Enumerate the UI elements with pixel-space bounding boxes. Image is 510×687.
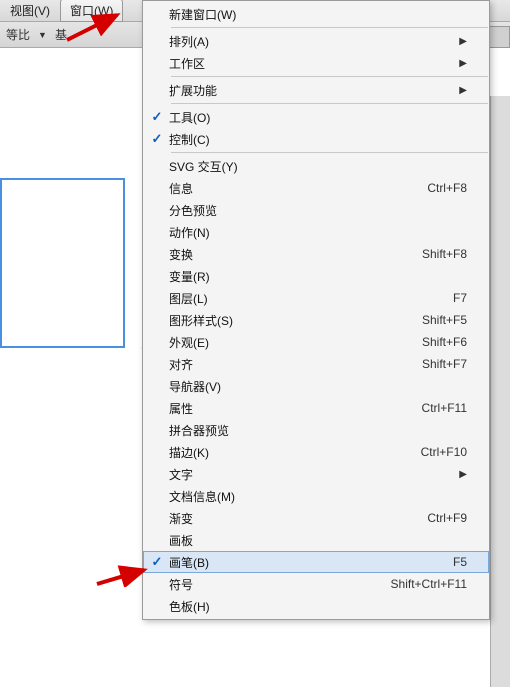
menu-shortcut: Shift+F7 bbox=[422, 357, 467, 371]
menu-item[interactable]: 分色预览 bbox=[143, 199, 489, 221]
menu-item-label: 变换 bbox=[169, 246, 412, 263]
toolbar-ratio-label: 等比 bbox=[6, 26, 30, 43]
menu-item[interactable]: 渐变 Ctrl+F9 bbox=[143, 507, 489, 529]
menu-item-label: 排列(A) bbox=[169, 33, 449, 50]
menu-view[interactable]: 视图(V) bbox=[0, 0, 60, 22]
menu-item[interactable]: 描边(K) Ctrl+F10 bbox=[143, 441, 489, 463]
submenu-arrow-icon: ▶ bbox=[459, 36, 467, 47]
menu-item[interactable]: 动作(N) bbox=[143, 221, 489, 243]
menu-item-label: 动作(N) bbox=[169, 224, 467, 241]
selection-rectangle[interactable] bbox=[0, 178, 125, 348]
menu-item-label: 色板(H) bbox=[169, 598, 467, 615]
menu-item-label: 对齐 bbox=[169, 356, 412, 373]
menu-item-label: 分色预览 bbox=[169, 202, 467, 219]
menu-shortcut: F5 bbox=[453, 555, 467, 569]
toolbar-dropdown-icon[interactable]: ▼ bbox=[38, 30, 47, 40]
menu-item-label: 描边(K) bbox=[169, 444, 411, 461]
menu-item-label: 画板 bbox=[169, 532, 467, 549]
menu-item[interactable]: ✓ 工具(O) bbox=[143, 106, 489, 128]
menu-item-label: 工作区 bbox=[169, 55, 449, 72]
menu-item[interactable]: 扩展功能 ▶ bbox=[143, 79, 489, 101]
menu-shortcut: Ctrl+F11 bbox=[422, 401, 467, 415]
menu-item[interactable]: 变换 Shift+F8 bbox=[143, 243, 489, 265]
menu-item[interactable]: 导航器(V) bbox=[143, 375, 489, 397]
submenu-arrow-icon: ▶ bbox=[459, 58, 467, 69]
check-icon: ✓ bbox=[152, 131, 163, 147]
menu-item-label: 图层(L) bbox=[169, 290, 443, 307]
submenu-arrow-icon: ▶ bbox=[459, 469, 467, 480]
annotation-arrow-top bbox=[62, 12, 132, 42]
menu-item-label: 文字 bbox=[169, 466, 449, 483]
annotation-arrow-bottom bbox=[94, 565, 154, 587]
menu-shortcut: Shift+F5 bbox=[422, 313, 467, 327]
menu-item-label: 外观(E) bbox=[169, 334, 412, 351]
check-column: ✓ bbox=[145, 131, 169, 147]
menu-item-label: 工具(O) bbox=[169, 109, 467, 126]
submenu-arrow-icon: ▶ bbox=[459, 85, 467, 96]
menu-item[interactable]: 色板(H) bbox=[143, 595, 489, 617]
menu-item[interactable]: 符号 Shift+Ctrl+F11 bbox=[143, 573, 489, 595]
menu-item[interactable]: 对齐 Shift+F7 bbox=[143, 353, 489, 375]
menu-shortcut: Shift+Ctrl+F11 bbox=[391, 577, 467, 591]
menu-item[interactable]: ✓画笔(B)F5 bbox=[143, 551, 489, 573]
window-dropdown-menu: 新建窗口(W) 排列(A) ▶ 工作区 ▶ 扩展功能 ▶ ✓ 工具(O) ✓ 控制(C) SVG 交互… bbox=[142, 0, 490, 620]
menu-shortcut: Ctrl+F8 bbox=[427, 181, 467, 195]
menu-separator bbox=[171, 152, 488, 153]
menu-item[interactable]: 文字 ▶ bbox=[143, 463, 489, 485]
menu-item-label: 文档信息(M) bbox=[169, 488, 467, 505]
menu-separator bbox=[171, 76, 488, 77]
menu-item[interactable]: ✓ 控制(C) bbox=[143, 128, 489, 150]
menu-item[interactable]: 文档信息(M) bbox=[143, 485, 489, 507]
menu-separator bbox=[171, 103, 488, 104]
menu-item[interactable]: SVG 交互(Y) bbox=[143, 155, 489, 177]
menu-item-label: 新建窗口(W) bbox=[169, 6, 467, 23]
menu-item[interactable]: 新建窗口(W) bbox=[143, 3, 489, 25]
check-icon: ✓ bbox=[152, 109, 163, 125]
menu-item[interactable]: 变量(R) bbox=[143, 265, 489, 287]
menu-item[interactable]: 画板 bbox=[143, 529, 489, 551]
menu-shortcut: F7 bbox=[453, 291, 467, 305]
menu-item[interactable]: 图层(L) F7 bbox=[143, 287, 489, 309]
menu-item-label: 图形样式(S) bbox=[169, 312, 412, 329]
menu-item-label: 信息 bbox=[169, 180, 417, 197]
menu-item-label: SVG 交互(Y) bbox=[169, 158, 467, 175]
menu-item-label: 变量(R) bbox=[169, 268, 467, 285]
menu-item-label: 控制(C) bbox=[169, 131, 467, 148]
right-panel-dock[interactable] bbox=[490, 96, 510, 687]
menu-item[interactable]: 外观(E) Shift+F6 bbox=[143, 331, 489, 353]
menu-item-label: 渐变 bbox=[169, 510, 417, 527]
menu-shortcut: Ctrl+F10 bbox=[421, 445, 467, 459]
menu-item-label: 导航器(V) bbox=[169, 378, 467, 395]
check-column: ✓ bbox=[145, 109, 169, 125]
menu-item-label: 扩展功能 bbox=[169, 82, 449, 99]
menu-shortcut: Ctrl+F9 bbox=[427, 511, 467, 525]
menu-item-label: 拼合器预览 bbox=[169, 422, 467, 439]
menu-item-label: 属性 bbox=[169, 400, 412, 417]
menu-item[interactable]: 信息 Ctrl+F8 bbox=[143, 177, 489, 199]
panel-icon-strip[interactable] bbox=[488, 26, 510, 48]
menu-item-label: 符号 bbox=[169, 576, 381, 593]
menu-item-label: 画笔(B) bbox=[169, 554, 443, 571]
menu-separator bbox=[171, 27, 488, 28]
menu-item[interactable]: 图形样式(S) Shift+F5 bbox=[143, 309, 489, 331]
menu-item[interactable]: 拼合器预览 bbox=[143, 419, 489, 441]
menu-shortcut: Shift+F6 bbox=[422, 335, 467, 349]
menu-shortcut: Shift+F8 bbox=[422, 247, 467, 261]
menu-item[interactable]: 属性 Ctrl+F11 bbox=[143, 397, 489, 419]
menu-item[interactable]: 排列(A) ▶ bbox=[143, 30, 489, 52]
menu-item[interactable]: 工作区 ▶ bbox=[143, 52, 489, 74]
